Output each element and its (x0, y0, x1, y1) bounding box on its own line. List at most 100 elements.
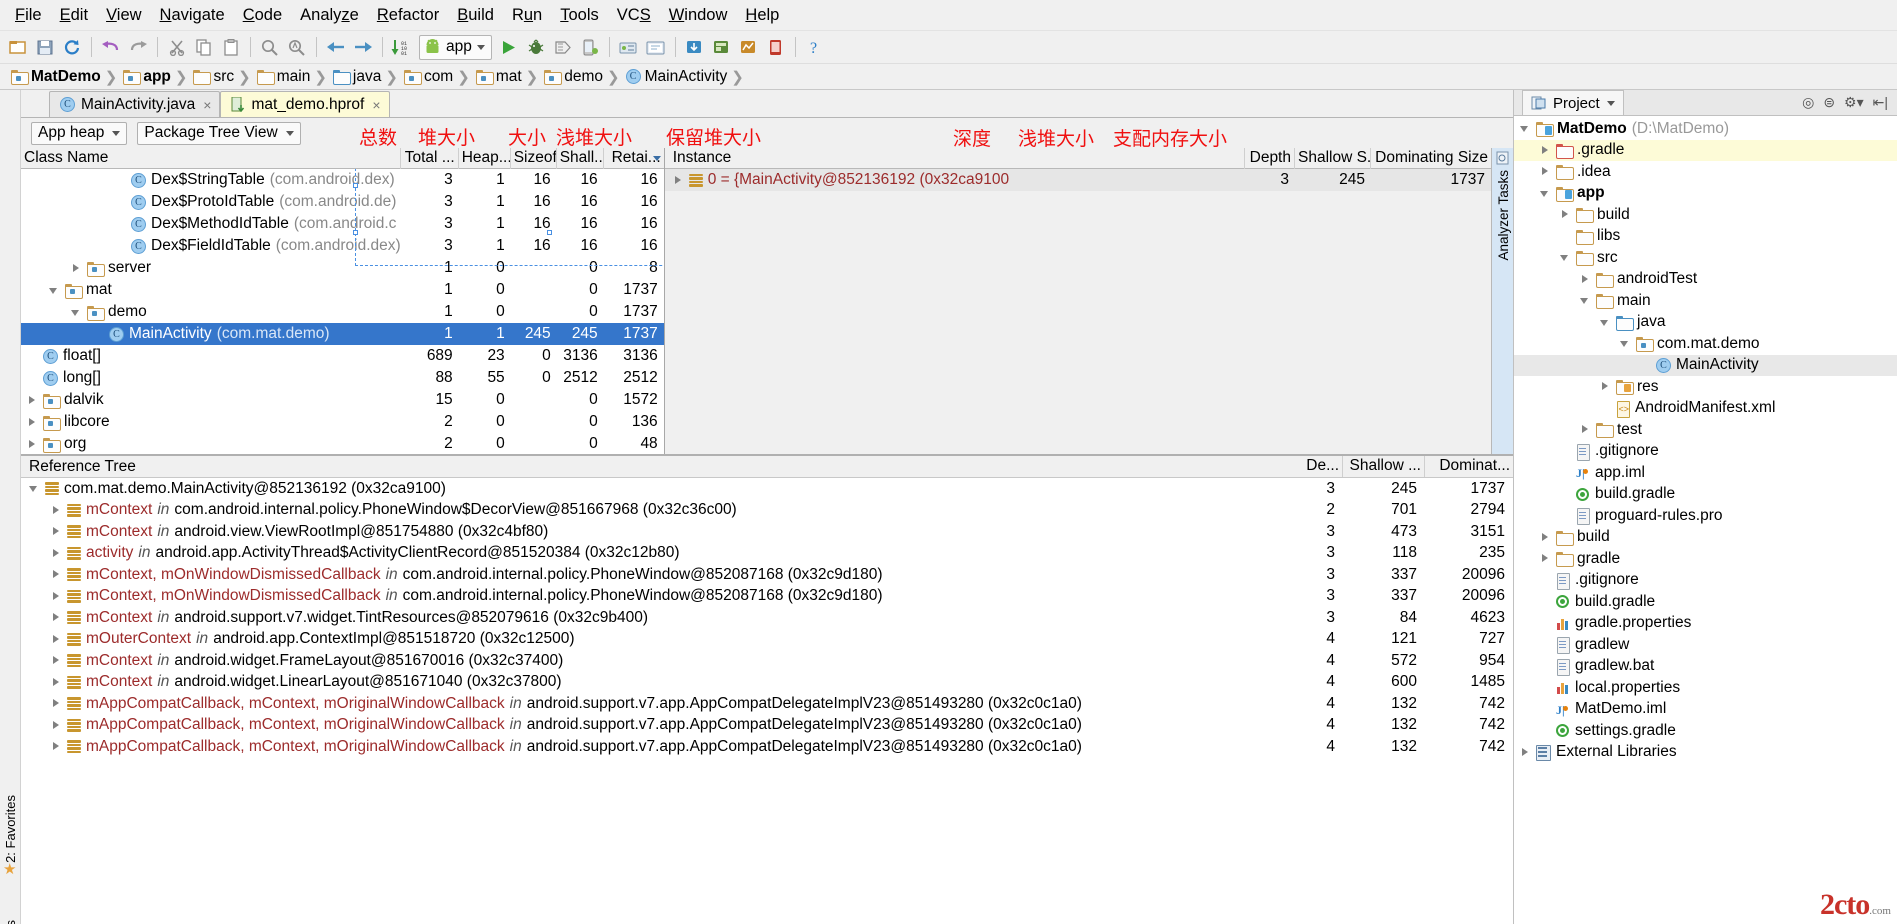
expand-arrow-icon[interactable] (27, 439, 38, 450)
expand-arrow-icon[interactable] (27, 395, 38, 406)
project-tree-item-gradle[interactable]: gradle (1514, 548, 1897, 570)
menu-item-window[interactable]: Window (660, 3, 737, 28)
close-icon[interactable]: × (203, 97, 211, 113)
menu-item-code[interactable]: Code (234, 3, 291, 28)
project-tree-item-build[interactable]: build (1514, 204, 1897, 226)
project-tree-item-test[interactable]: test (1514, 419, 1897, 441)
project-tree-item-java[interactable]: java (1514, 312, 1897, 334)
project-tree-item-matdemo[interactable]: MatDemo(D:\MatDemo) (1514, 118, 1897, 140)
class-table-row[interactable]: Cfloat[]68923031363136 (21, 345, 664, 367)
reference-tree-row[interactable]: mAppCompatCallback, mContext, mOriginalW… (21, 715, 1513, 737)
menu-item-refactor[interactable]: Refactor (368, 3, 448, 28)
monitor-icon[interactable] (736, 34, 762, 60)
column-header-dominating-size[interactable]: Dominating Size (1371, 148, 1491, 169)
class-table-row[interactable]: CDex$MethodIdTable(com.android.с31161616 (21, 213, 664, 235)
back-icon[interactable] (323, 34, 349, 60)
expand-arrow-icon[interactable] (51, 505, 62, 516)
view-selector[interactable]: Package Tree View (137, 122, 300, 145)
project-tree[interactable]: MatDemo(D:\MatDemo).gradle.ideaappbuildl… (1514, 116, 1897, 924)
breadcrumb-item-mainactivity[interactable]: C MainActivity (621, 68, 731, 86)
collapse-arrow-icon[interactable] (1520, 123, 1531, 134)
hide-panel-icon[interactable]: ⇤| (1873, 94, 1888, 111)
expand-arrow-icon[interactable] (51, 741, 62, 752)
reference-tree-row[interactable]: mContext, mOnWindowDismissedCallbackinco… (21, 564, 1513, 586)
collapse-arrow-icon[interactable] (1580, 295, 1591, 306)
class-table-row[interactable]: CDex$ProtoIdTable(com.android.de)3116161… (21, 191, 664, 213)
avd-manager-icon[interactable] (643, 34, 669, 60)
expand-arrow-icon[interactable] (1560, 209, 1571, 220)
project-tree-item--gitignore[interactable]: .gitignore (1514, 570, 1897, 592)
expand-arrow-icon[interactable] (1600, 381, 1611, 392)
close-icon[interactable]: × (372, 97, 380, 113)
reference-tree-row[interactable]: mAppCompatCallback, mContext, mOriginalW… (21, 736, 1513, 758)
expand-arrow-icon[interactable] (51, 720, 62, 731)
project-tab[interactable]: Project (1522, 90, 1624, 115)
column-header-total[interactable]: Total ... (401, 148, 459, 169)
chevron-down-icon[interactable] (477, 45, 485, 50)
expand-arrow-icon[interactable] (51, 698, 62, 709)
resize-handle[interactable] (353, 183, 358, 188)
expand-arrow-icon[interactable] (51, 612, 62, 623)
class-table-row[interactable]: libcore200136 (21, 411, 664, 433)
analyzer-tasks-strip[interactable]: Analyzer Tasks (1491, 148, 1513, 454)
class-table-row[interactable]: mat1001737 (21, 279, 664, 301)
expand-arrow-icon[interactable] (71, 263, 82, 274)
instance-table-row[interactable]: 0 = {MainActivity@852136192 (0x32ca91003… (665, 169, 1491, 191)
project-tree-item-external-libraries[interactable]: External Libraries (1514, 742, 1897, 764)
menu-item-vcs[interactable]: VCS (608, 3, 660, 28)
redo-icon[interactable] (125, 34, 151, 60)
reference-tree-row[interactable]: mContextincom.android.internal.policy.Ph… (21, 500, 1513, 522)
project-tree-item--idea[interactable]: .idea (1514, 161, 1897, 183)
collapse-arrow-icon[interactable] (49, 285, 60, 296)
run-configuration-selector[interactable]: app (419, 35, 492, 60)
reference-tree-row[interactable]: mContext, mOnWindowDismissedCallbackinco… (21, 586, 1513, 608)
expand-arrow-icon[interactable] (1540, 532, 1551, 543)
collapse-arrow-icon[interactable] (71, 307, 82, 318)
project-tree-item-app[interactable]: app (1514, 183, 1897, 205)
project-tree-item--gradle[interactable]: .gradle (1514, 140, 1897, 162)
menu-item-help[interactable]: Help (736, 3, 788, 28)
favorites-tool-button[interactable]: 2: Favorites (3, 795, 18, 863)
project-tree-item-libs[interactable]: libs (1514, 226, 1897, 248)
cut-icon[interactable] (164, 34, 190, 60)
update-project-icon[interactable]: 011001 (389, 34, 415, 60)
chevron-down-icon[interactable] (1607, 101, 1615, 106)
menu-item-view[interactable]: View (97, 3, 150, 28)
project-tree-item-res[interactable]: res (1514, 376, 1897, 398)
chevron-down-icon[interactable] (112, 131, 120, 136)
expand-arrow-icon[interactable] (1540, 145, 1551, 156)
editor-tab-mainactivity-java[interactable]: C MainActivity.java × (49, 91, 220, 117)
project-tree-item-build[interactable]: build (1514, 527, 1897, 549)
editor-tab-mat-demo-hprof[interactable]: mat_demo.hprof × (220, 91, 389, 117)
reference-tree-row[interactable]: mContextinandroid.view.ViewRootImpl@8517… (21, 521, 1513, 543)
menu-item-edit[interactable]: Edit (51, 3, 97, 28)
collapse-all-icon[interactable]: ◎ (1802, 94, 1814, 111)
find-icon[interactable] (257, 34, 283, 60)
project-tree-item-local-properties[interactable]: local.properties (1514, 677, 1897, 699)
target-icon[interactable]: ⊜ (1823, 94, 1835, 111)
sdk-manager-icon[interactable] (616, 34, 642, 60)
menu-item-file[interactable]: FFileile (6, 3, 51, 28)
instance-table-body[interactable]: 0 = {MainActivity@852136192 (0x32ca91003… (665, 169, 1491, 454)
collapse-arrow-icon[interactable] (1560, 252, 1571, 263)
class-table-row[interactable]: CDex$FieldIdTable(com.android.dex)311616… (21, 235, 664, 257)
column-header-dominating[interactable]: Dominat... (1425, 456, 1513, 477)
column-header-shallow[interactable]: Shall... (557, 148, 604, 169)
reference-tree-row[interactable]: mContextinandroid.widget.LinearLayout@85… (21, 672, 1513, 694)
reference-tree-row[interactable]: activityinandroid.app.ActivityThread$Act… (21, 543, 1513, 565)
project-tree-item-gradlew[interactable]: gradlew (1514, 634, 1897, 656)
project-tree-item-gradlew-bat[interactable]: gradlew.bat (1514, 656, 1897, 678)
menu-item-analyze[interactable]: Analyze (291, 3, 368, 28)
menu-item-build[interactable]: Build (448, 3, 503, 28)
project-tree-item--gitignore[interactable]: .gitignore (1514, 441, 1897, 463)
expand-arrow-icon[interactable] (1580, 424, 1591, 435)
breadcrumb-item-demo[interactable]: demo (539, 68, 606, 86)
copy-icon[interactable] (191, 34, 217, 60)
project-tree-item-settings-gradle[interactable]: settings.gradle (1514, 720, 1897, 742)
reference-tree-row[interactable]: mAppCompatCallback, mContext, mOriginalW… (21, 693, 1513, 715)
undo-icon[interactable] (98, 34, 124, 60)
project-tree-item-build-gradle[interactable]: build.gradle (1514, 484, 1897, 506)
build-variants-tool-button[interactable]: Build Variants (3, 920, 18, 924)
expand-arrow-icon[interactable] (27, 417, 38, 428)
expand-arrow-icon[interactable] (51, 677, 62, 688)
